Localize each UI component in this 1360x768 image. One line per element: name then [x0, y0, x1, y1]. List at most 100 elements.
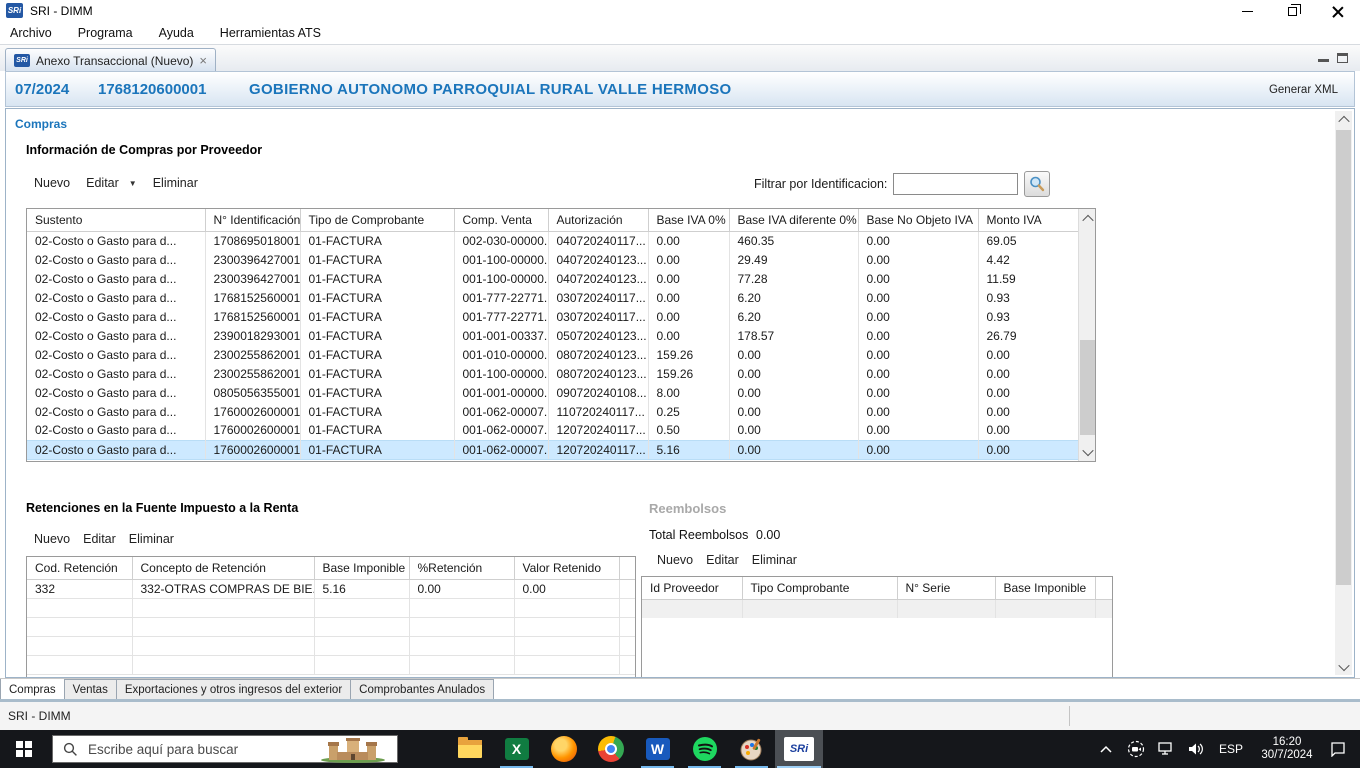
scroll-up-icon[interactable] — [1079, 209, 1096, 228]
taskbar-app-sri-dimm[interactable]: SRi — [775, 730, 823, 768]
taskbar-app-word[interactable]: W — [634, 730, 681, 768]
tab-close-icon[interactable]: × — [199, 55, 207, 67]
col-valor-retenido[interactable]: Valor Retenido — [514, 557, 619, 579]
table-row[interactable]: 02-Costo o Gasto para d...17600026000010… — [27, 440, 1080, 459]
nuevo-button[interactable]: Nuevo — [34, 176, 70, 190]
table-row[interactable]: 02-Costo o Gasto para d...23002558620010… — [27, 345, 1080, 364]
eliminar-button[interactable]: Eliminar — [153, 176, 198, 190]
panel-maximize-icon[interactable] — [1337, 53, 1348, 63]
table-row[interactable]: 02-Costo o Gasto para d...23003964270010… — [27, 250, 1080, 269]
editar-dropdown-icon[interactable]: ▼ — [129, 179, 137, 188]
col-base-imponible[interactable]: Base Imponible — [314, 557, 409, 579]
reembolsos-editar-button[interactable]: Editar — [706, 553, 739, 567]
col-autorizacion[interactable]: Autorización — [548, 209, 648, 231]
menu-item-herramientas-ats[interactable]: Herramientas ATS — [220, 26, 321, 40]
col-id-proveedor[interactable]: Id Proveedor — [642, 577, 742, 599]
table-row[interactable]: 02-Costo o Gasto para d...17681525600010… — [27, 307, 1080, 326]
table-cell: 110720240117... — [548, 402, 648, 421]
page-scrollbar[interactable] — [1335, 111, 1352, 675]
taskbar-app-excel[interactable]: X — [493, 730, 540, 768]
table-cell: 02-Costo o Gasto para d... — [27, 326, 205, 345]
table-cell: 02-Costo o Gasto para d... — [27, 402, 205, 421]
network-icon[interactable] — [1154, 730, 1178, 768]
table-row[interactable]: 02-Costo o Gasto para d...17681525600010… — [27, 288, 1080, 307]
action-center-icon[interactable] — [1326, 730, 1350, 768]
taskbar-app-chrome[interactable] — [587, 730, 634, 768]
reembolsos-eliminar-button[interactable]: Eliminar — [752, 553, 797, 567]
page-scroll-down-icon[interactable] — [1335, 658, 1352, 675]
col-tipo-comprobante-reem[interactable]: Tipo Comprobante — [742, 577, 897, 599]
tab-anexo-transaccional[interactable]: SRi Anexo Transaccional (Nuevo) × — [5, 48, 216, 72]
volume-icon[interactable] — [1184, 730, 1208, 768]
close-button[interactable] — [1315, 0, 1360, 22]
word-icon: W — [646, 738, 670, 760]
table-row[interactable]: 332332-OTRAS COMPRAS DE BIE...5.160.000.… — [27, 579, 635, 598]
taskbar-app-paint[interactable] — [728, 730, 775, 768]
tray-chevron-up-icon[interactable] — [1094, 730, 1118, 768]
menu-item-programa[interactable]: Programa — [78, 26, 133, 40]
reembolsos-title: Reembolsos — [649, 501, 726, 516]
start-button[interactable] — [0, 730, 48, 768]
table-cell: 001-777-22771... — [454, 288, 548, 307]
generar-xml-button[interactable]: Generar XML — [1269, 84, 1338, 96]
taskbar-app-spotify[interactable] — [681, 730, 728, 768]
scrollbar-thumb[interactable] — [1080, 340, 1095, 435]
table-row[interactable]: 02-Costo o Gasto para d...17600026000010… — [27, 421, 1080, 440]
table-row-empty[interactable] — [27, 617, 635, 636]
col-serie[interactable]: N° Serie — [897, 577, 995, 599]
table-cell: 0.00 — [858, 440, 978, 459]
menu-item-ayuda[interactable]: Ayuda — [159, 26, 194, 40]
col-base-iva-diferente[interactable]: Base IVA diferente 0% — [729, 209, 858, 231]
col-tipo-comprobante[interactable]: Tipo de Comprobante — [300, 209, 454, 231]
window-title: SRI - DIMM — [30, 4, 93, 18]
reembolsos-empty-body — [642, 599, 1112, 618]
retenciones-nuevo-button[interactable]: Nuevo — [34, 532, 70, 546]
retenciones-editar-button[interactable]: Editar — [83, 532, 116, 546]
minimize-button[interactable] — [1225, 0, 1270, 22]
panel-minimize-icon[interactable] — [1318, 53, 1329, 62]
col-sustento[interactable]: Sustento — [27, 209, 205, 231]
reembolsos-nuevo-button[interactable]: Nuevo — [657, 553, 693, 567]
taskbar-search[interactable]: Escribe aquí para buscar — [52, 735, 398, 763]
col-concepto[interactable]: Concepto de Retención — [132, 557, 314, 579]
filter-search-button[interactable] — [1024, 171, 1050, 197]
meet-now-icon[interactable] — [1124, 730, 1148, 768]
scroll-down-icon[interactable] — [1079, 442, 1096, 461]
page-scroll-up-icon[interactable] — [1335, 111, 1352, 128]
col-base-iva-0[interactable]: Base IVA 0% — [648, 209, 729, 231]
tab-compras[interactable]: Compras — [0, 679, 65, 700]
table-cell: 0.00 — [648, 288, 729, 307]
col-base-no-objeto[interactable]: Base No Objeto IVA — [858, 209, 978, 231]
retenciones-eliminar-button[interactable]: Eliminar — [129, 532, 174, 546]
col-monto-iva[interactable]: Monto IVA — [978, 209, 1080, 231]
table-row[interactable]: 02-Costo o Gasto para d...23002558620010… — [27, 364, 1080, 383]
tab-comprobantes-anulados[interactable]: Comprobantes Anulados — [351, 679, 494, 700]
col-identificacion[interactable]: N° Identificación — [205, 209, 300, 231]
taskbar: Escribe aquí para buscar X W — [0, 730, 1360, 768]
table-row[interactable]: 02-Costo o Gasto para d...17600026000010… — [27, 402, 1080, 421]
table-row-empty[interactable] — [27, 636, 635, 655]
table-row[interactable]: 02-Costo o Gasto para d...08050563550010… — [27, 383, 1080, 402]
language-indicator[interactable]: ESP — [1214, 742, 1248, 756]
menu-item-archivo[interactable]: Archivo — [10, 26, 52, 40]
firefox-icon — [551, 736, 577, 762]
col-pct-retencion[interactable]: %Retención — [409, 557, 514, 579]
editar-button[interactable]: Editar — [86, 176, 119, 190]
filter-input[interactable] — [893, 173, 1018, 195]
col-cod-retencion[interactable]: Cod. Retención — [27, 557, 132, 579]
clock[interactable]: 16:20 30/7/2024 — [1254, 736, 1320, 762]
table-row-empty[interactable] — [27, 598, 635, 617]
table-row[interactable]: 02-Costo o Gasto para d...23900182930010… — [27, 326, 1080, 345]
taskbar-app-file-explorer[interactable] — [446, 730, 493, 768]
table-row[interactable]: 02-Costo o Gasto para d...23003964270010… — [27, 269, 1080, 288]
col-comp-venta[interactable]: Comp. Venta — [454, 209, 548, 231]
table-row[interactable]: 02-Costo o Gasto para d...17086950180010… — [27, 231, 1080, 250]
col-base-imponible-reem[interactable]: Base Imponible — [995, 577, 1095, 599]
tab-exportaciones[interactable]: Exportaciones y otros ingresos del exter… — [117, 679, 351, 700]
compras-table-scrollbar[interactable] — [1078, 209, 1095, 461]
restore-button[interactable] — [1270, 0, 1315, 22]
taskbar-app-firefox[interactable] — [540, 730, 587, 768]
table-row-empty[interactable] — [27, 655, 635, 674]
page-scrollbar-thumb[interactable] — [1336, 130, 1351, 585]
tab-ventas[interactable]: Ventas — [65, 679, 117, 700]
